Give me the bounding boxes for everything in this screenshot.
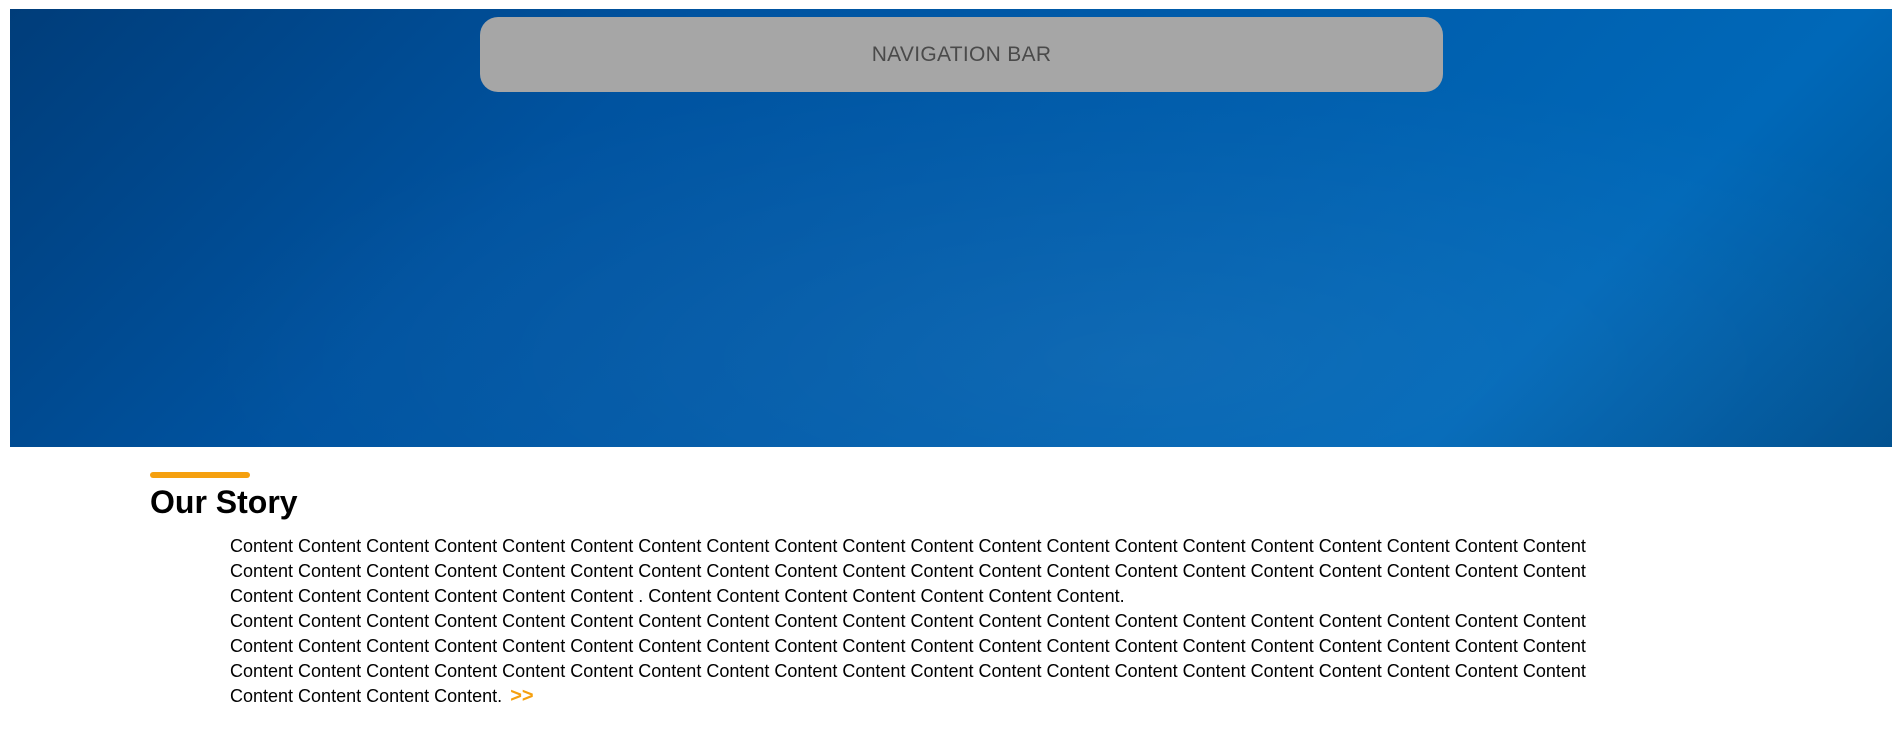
section-accent-bar — [150, 472, 250, 478]
navigation-bar-label: NAVIGATION BAR — [871, 42, 1052, 66]
story-paragraph-1: Content Content Content Content Content … — [230, 536, 1586, 606]
story-paragraph-2: Content Content Content Content Content … — [230, 609, 1620, 709]
story-paragraph-2-text: Content Content Content Content Content … — [230, 611, 1586, 706]
story-body: Content Content Content Content Content … — [230, 534, 1620, 709]
read-more-link[interactable]: >> — [510, 685, 533, 707]
hero-banner: NAVIGATION BAR — [10, 9, 1892, 447]
page: NAVIGATION BAR Our Story Content Content… — [0, 0, 1899, 755]
navigation-bar[interactable]: NAVIGATION BAR — [480, 17, 1443, 92]
section-title: Our Story — [150, 484, 298, 520]
